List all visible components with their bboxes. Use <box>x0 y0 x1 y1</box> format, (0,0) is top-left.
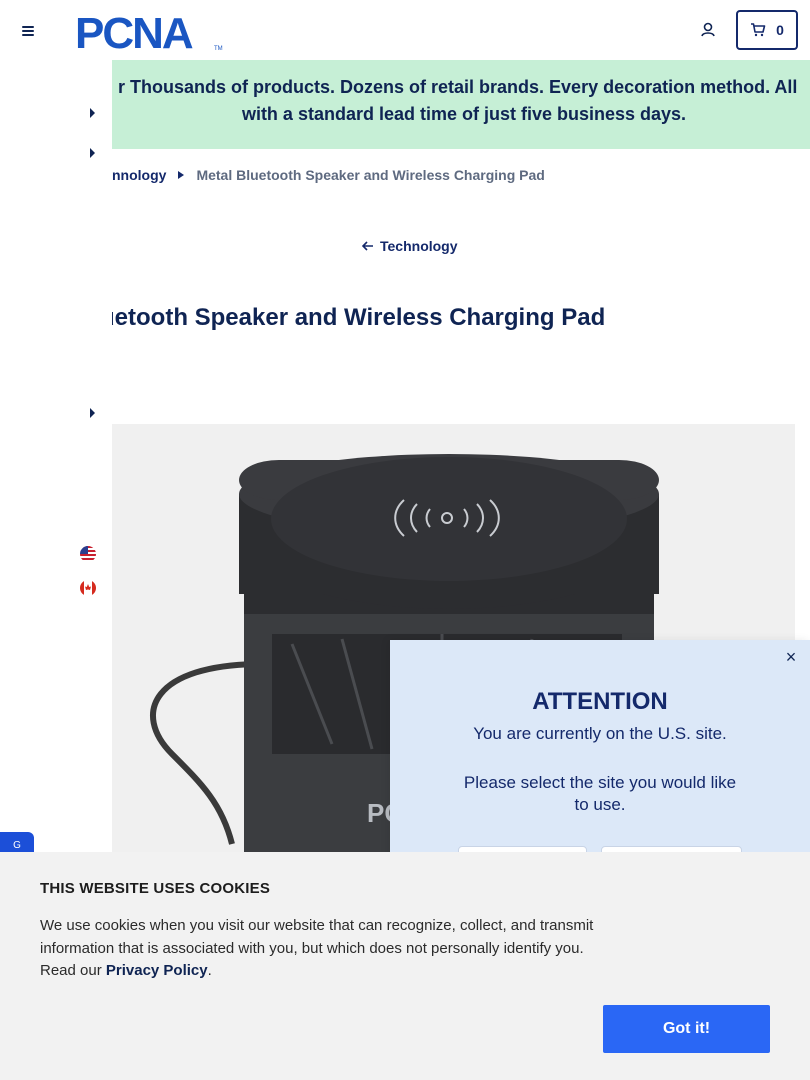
arrow-left-icon <box>362 241 373 251</box>
caret-right-icon <box>178 171 185 179</box>
chevron-right-icon[interactable] <box>88 107 96 119</box>
product-title: uetooth Speaker and Wireless Charging Pa… <box>100 304 606 331</box>
attention-title: ATTENTION <box>532 688 668 715</box>
side-nav <box>0 60 112 880</box>
account-icon[interactable] <box>698 20 718 40</box>
banner-line-1: r Thousands of products. Dozens of retai… <box>118 77 798 97</box>
cart-count: 0 <box>776 22 784 38</box>
chevron-right-icon[interactable] <box>88 147 96 159</box>
privacy-policy-link[interactable]: Privacy Policy <box>106 962 208 979</box>
cart-icon <box>751 23 766 37</box>
site-header: PCNA TM 0 <box>0 0 810 60</box>
close-icon[interactable]: × <box>782 648 800 666</box>
cookie-banner: THIS WEBSITE USES COOKIES We use cookies… <box>0 852 810 1080</box>
cookie-text: We use cookies when you visit our websit… <box>40 915 600 983</box>
site-selector-modal: × ATTENTION You are currently on the U.S… <box>390 640 810 886</box>
svg-text:TM: TM <box>214 46 223 52</box>
breadcrumb-technology-link[interactable]: nnology <box>112 167 166 183</box>
pcna-logo[interactable]: PCNA TM <box>75 9 225 58</box>
banner-line-2: with a standard lead time of just five b… <box>241 104 687 124</box>
feedback-tab[interactable]: G <box>0 832 34 854</box>
cookie-title: THIS WEBSITE USES COOKIES <box>40 880 271 897</box>
back-to-category-link[interactable]: Technology <box>362 238 458 254</box>
logo-text: PCNA <box>75 10 193 52</box>
breadcrumb: nnology Metal Bluetooth Speaker and Wire… <box>112 167 545 183</box>
attention-message: You are currently on the U.S. site. <box>473 724 727 743</box>
attention-prompt: Please select the site you would like to… <box>463 773 737 814</box>
canada-flag-icon[interactable] <box>80 580 96 596</box>
cookie-end: . <box>207 962 212 979</box>
back-link-label: Technology <box>380 238 458 254</box>
promo-banner: r Thousands of products. Dozens of retai… <box>112 60 810 149</box>
menu-icon[interactable] <box>18 20 38 40</box>
breadcrumb-current: Metal Bluetooth Speaker and Wireless Cha… <box>196 167 545 183</box>
chevron-right-icon[interactable] <box>88 407 96 419</box>
accept-cookies-button[interactable]: Got it! <box>603 1005 770 1053</box>
cart-button[interactable]: 0 <box>736 10 798 50</box>
us-flag-icon[interactable] <box>80 546 96 562</box>
